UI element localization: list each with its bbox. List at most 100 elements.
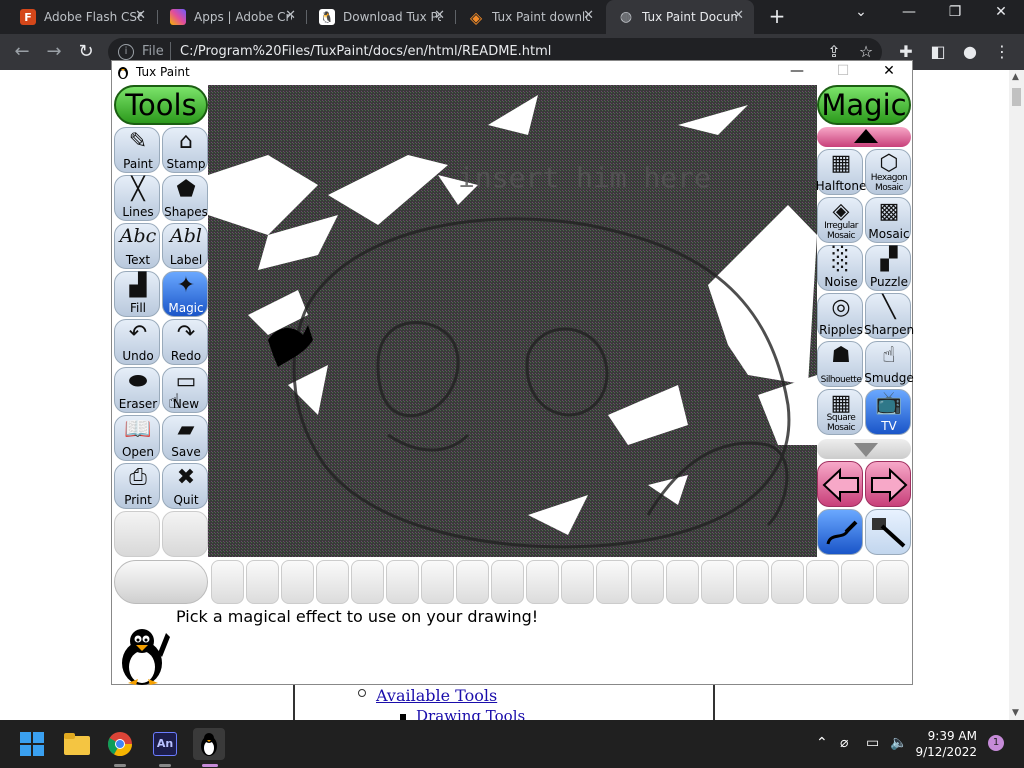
color-swatch[interactable] — [491, 560, 524, 604]
new-tab-button[interactable]: + — [762, 4, 792, 28]
info-icon[interactable]: i — [118, 44, 134, 60]
close-icon[interactable]: ✕ — [434, 8, 445, 23]
tux-paint-titlebar[interactable]: Tux Paint — ☐ ✕ — [112, 61, 912, 83]
tool-eraser-button[interactable]: ⬬ Eraser — [114, 367, 160, 413]
drawing-canvas[interactable]: insert him here — [208, 85, 817, 557]
magic-sharpen-button[interactable]: ╲ Sharpen — [864, 293, 914, 339]
tux-paint-taskbar-icon[interactable] — [193, 728, 225, 760]
tool-open-button[interactable]: 📖 Open — [114, 415, 160, 461]
tool-save-button[interactable]: ▰ Save — [162, 415, 208, 461]
tool-undo-button[interactable]: ↶ Undo — [114, 319, 160, 365]
color-swatch[interactable] — [561, 560, 594, 604]
color-swatch[interactable] — [806, 560, 839, 604]
tab-tux-paint-documentation[interactable]: ◍ Tux Paint Documentation ✕ — [606, 0, 754, 34]
magic-wand-icon — [872, 518, 906, 548]
volume-icon[interactable]: 🔈 — [890, 735, 907, 751]
forward-arrow-icon[interactable]: → — [42, 40, 66, 64]
scrollbar-thumb[interactable] — [1012, 88, 1021, 106]
magic-silhouette-button[interactable]: ☗ Silhouette — [817, 341, 863, 387]
color-swatch[interactable] — [666, 560, 699, 604]
color-swatch[interactable] — [421, 560, 454, 604]
tab-tux-paint-download[interactable]: ◈ Tux Paint download ✕ — [456, 0, 604, 34]
magic-tv-button[interactable]: 📺 TV — [865, 389, 911, 435]
notification-badge[interactable]: 1 — [988, 735, 1004, 751]
color-swatch[interactable] — [736, 560, 769, 604]
tool-quit-button[interactable]: ✖ Quit — [162, 463, 208, 509]
adobe-animate-icon[interactable]: An — [149, 728, 181, 760]
scroll-down-icon[interactable]: ▼ — [1012, 708, 1019, 718]
tool-redo-button[interactable]: ↷ Redo — [162, 319, 208, 365]
system-clock[interactable]: 9:39 AM 9/12/2022 — [915, 728, 977, 760]
scroll-up-icon[interactable]: ▲ — [1012, 72, 1019, 82]
tool-stamp-button[interactable]: ⌂ Stamp — [162, 127, 208, 173]
magic-mode-paint-button[interactable] — [817, 509, 863, 555]
url-text[interactable]: C:/Program%20Files/TuxPaint/docs/en/html… — [180, 44, 551, 59]
windows-start-icon[interactable] — [16, 728, 48, 760]
color-swatch[interactable] — [876, 560, 909, 604]
tool-magic-button[interactable]: ✦ Magic — [162, 271, 208, 317]
restore-button[interactable]: ❐ — [940, 4, 970, 20]
running-indicator — [114, 764, 126, 767]
color-swatch[interactable] — [596, 560, 629, 604]
color-swatch[interactable] — [211, 560, 244, 604]
magic-irregular-mosaic-button[interactable]: ◈ Irregular Mosaic — [817, 197, 863, 243]
tool-lines-button[interactable]: ╳ Lines — [114, 175, 160, 221]
tab-adobe-flash[interactable]: F Adobe Flash CS6 ✕ — [8, 0, 156, 34]
back-arrow-icon[interactable]: ← — [10, 40, 34, 64]
text-icon: Abc — [119, 225, 157, 247]
page-scrollbar[interactable]: ▲ ▼ — [1009, 70, 1024, 720]
tab-search-icon[interactable]: ⌄ — [846, 4, 876, 20]
next-arrow-button[interactable] — [865, 461, 911, 507]
magic-noise-button[interactable]: ░ Noise — [817, 245, 863, 291]
file-explorer-icon[interactable] — [61, 728, 93, 760]
show-hidden-icons-chevron-icon[interactable]: ⌃ — [816, 735, 828, 751]
menu-kebab-icon[interactable]: ⋮ — [990, 40, 1014, 64]
tool-fill-button[interactable]: ▟ Fill — [114, 271, 160, 317]
side-panel-icon[interactable]: ◧ — [926, 40, 950, 64]
magic-mosaic-button[interactable]: ▩ Mosaic — [865, 197, 911, 243]
magic-hexagon-mosaic-button[interactable]: ⬡ Hexagon Mosaic — [865, 149, 911, 195]
color-swatch[interactable] — [701, 560, 734, 604]
color-swatch[interactable] — [281, 560, 314, 604]
color-swatch[interactable] — [456, 560, 489, 604]
color-swatch[interactable] — [771, 560, 804, 604]
close-icon[interactable]: ✕ — [583, 8, 594, 23]
profile-avatar-icon[interactable]: ● — [958, 40, 982, 64]
tool-shapes-button[interactable]: ⬟ Shapes — [162, 175, 208, 221]
maximize-button[interactable]: ☐ — [828, 63, 858, 79]
prev-arrow-button[interactable] — [817, 461, 863, 507]
color-swatch[interactable] — [351, 560, 384, 604]
display-icon[interactable]: ▭ — [866, 735, 879, 751]
link-available-tools[interactable]: Available Tools — [376, 686, 497, 705]
magic-scroll-down-button[interactable] — [817, 439, 911, 459]
color-swatch[interactable] — [841, 560, 874, 604]
close-button[interactable]: ✕ — [874, 63, 904, 79]
magic-scroll-up-button[interactable] — [817, 127, 911, 147]
color-swatch[interactable] — [316, 560, 349, 604]
color-swatch[interactable] — [631, 560, 664, 604]
chrome-icon[interactable] — [104, 728, 136, 760]
tab-download-tux-paint[interactable]: 🐧 Download Tux Paint ✕ — [307, 0, 455, 34]
color-swatch[interactable] — [386, 560, 419, 604]
magic-square-mosaic-button[interactable]: ▦ Square Mosaic — [817, 389, 863, 435]
magic-mode-fullscreen-button[interactable] — [865, 509, 911, 555]
tool-print-button[interactable]: ⎙ Print — [114, 463, 160, 509]
close-icon[interactable]: ✕ — [285, 8, 296, 23]
magic-ripples-button[interactable]: ◎ Ripples — [817, 293, 863, 339]
tab-adobe-apps[interactable]: Apps | Adobe Creative ✕ — [158, 0, 306, 34]
tool-paint-button[interactable]: ✎ Paint — [114, 127, 160, 173]
reload-icon[interactable]: ↻ — [74, 40, 98, 64]
magic-smudge-button[interactable]: ☝ Smudge — [864, 341, 914, 387]
minimize-button[interactable]: — — [894, 4, 924, 20]
magic-halftone-button[interactable]: ▦ Halftone — [816, 149, 866, 195]
tool-label-button[interactable]: Abl Label — [162, 223, 208, 269]
tool-text-button[interactable]: Abc Text — [114, 223, 160, 269]
network-offline-icon[interactable]: ⌀ — [840, 735, 848, 751]
minimize-button[interactable]: — — [782, 63, 812, 79]
close-window-button[interactable]: ✕ — [986, 4, 1016, 20]
color-swatch[interactable] — [526, 560, 559, 604]
close-icon[interactable]: ✕ — [135, 8, 146, 23]
magic-puzzle-button[interactable]: ▞ Puzzle — [865, 245, 911, 291]
close-icon[interactable]: ✕ — [733, 8, 744, 23]
color-swatch[interactable] — [246, 560, 279, 604]
